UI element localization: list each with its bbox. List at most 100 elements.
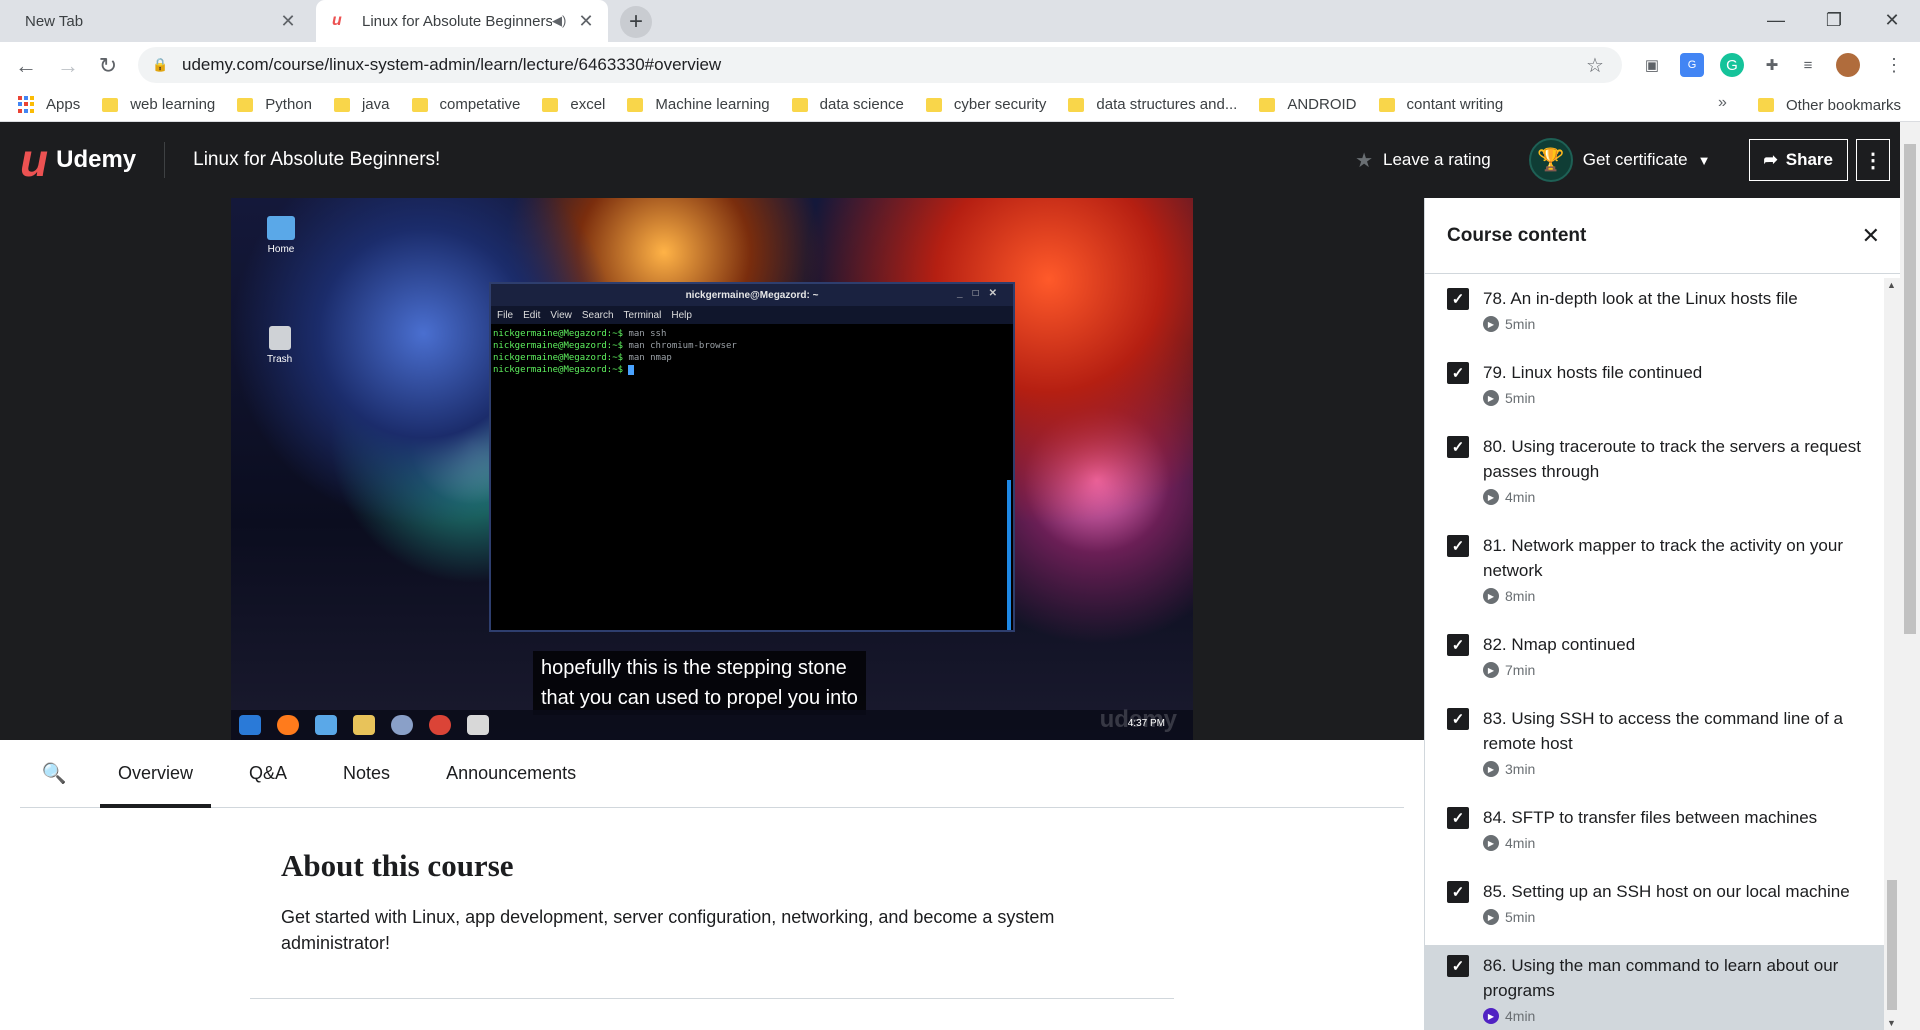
lecture-item[interactable]: ✓ 86. Using the man command to learn abou… bbox=[1425, 945, 1885, 1030]
zorin-menu-icon bbox=[239, 715, 261, 735]
terminal-line: nickgermaine@Megazord:~$ man nmap bbox=[493, 352, 1011, 364]
browser-tab-course[interactable]: u Linux for Absolute Beginners ◀) ✕ bbox=[316, 0, 608, 42]
lecture-item[interactable]: ✓ 85. Setting up an SSH host on our local… bbox=[1425, 871, 1885, 945]
bookmark-folder[interactable]: data structures and... bbox=[1068, 96, 1237, 113]
duration-text: 4min bbox=[1505, 489, 1536, 505]
lecture-item[interactable]: ✓ 82. Nmap continued ▶ 7min bbox=[1425, 624, 1885, 698]
text-editor-icon bbox=[467, 715, 489, 735]
browser-menu-icon[interactable]: ⋮ bbox=[1882, 53, 1906, 77]
leave-rating-button[interactable]: ★ Leave a rating bbox=[1355, 148, 1491, 173]
video-frame[interactable]: Home Trash nickgermaine@Megazord: ~ _□✕ … bbox=[231, 198, 1193, 740]
lecture-item[interactable]: ✓ 81. Network mapper to track the activit… bbox=[1425, 525, 1885, 624]
forward-arrow-icon[interactable]: → bbox=[52, 50, 84, 82]
close-icon[interactable]: ✕ bbox=[276, 9, 300, 33]
sidebar-title: Course content bbox=[1447, 224, 1587, 246]
bookmark-folder[interactable]: java bbox=[333, 96, 390, 113]
duration-text: 5min bbox=[1505, 390, 1536, 406]
translate-icon[interactable]: G bbox=[1680, 53, 1704, 77]
lecture-item[interactable]: ✓ 78. An in-depth look at the Linux hosts… bbox=[1425, 278, 1885, 352]
terminal-prompt: nickgermaine@Megazord:~$ bbox=[493, 329, 624, 339]
play-circle-icon: ▶ bbox=[1483, 662, 1499, 678]
video-player[interactable]: Home Trash nickgermaine@Megazord: ~ _□✕ … bbox=[0, 198, 1424, 740]
url-text[interactable]: udemy.com/course/linux-system-admin/lear… bbox=[182, 55, 1586, 75]
share-button[interactable]: ➦ Share bbox=[1748, 139, 1848, 181]
lecture-title: 81. Network mapper to track the activity… bbox=[1483, 536, 1843, 580]
browser-tab-title: Linux for Absolute Beginners bbox=[362, 12, 552, 30]
lecture-item[interactable]: ✓ 79. Linux hosts file continued ▶ 5min bbox=[1425, 352, 1885, 426]
page-scrollbar[interactable] bbox=[1900, 122, 1920, 1030]
profile-avatar[interactable] bbox=[1836, 53, 1860, 77]
lecture-checkbox[interactable]: ✓ bbox=[1447, 436, 1469, 458]
lecture-checkbox[interactable]: ✓ bbox=[1447, 535, 1469, 557]
lecture-duration: ▶ 4min bbox=[1483, 489, 1865, 505]
scroll-down-arrow-icon[interactable]: ▼ bbox=[1887, 1018, 1896, 1028]
scrollbar-thumb[interactable] bbox=[1887, 880, 1897, 1010]
new-tab-button[interactable]: + bbox=[620, 6, 652, 38]
bookmark-other-bookmarks[interactable]: Other bookmarks bbox=[1758, 88, 1901, 122]
close-icon[interactable]: ✕ bbox=[1862, 223, 1880, 249]
more-options-icon[interactable]: ⋮ bbox=[1856, 139, 1890, 181]
lecture-item[interactable]: ✓ 84. SFTP to transfer files between mach… bbox=[1425, 797, 1885, 871]
lecture-checkbox[interactable]: ✓ bbox=[1447, 807, 1469, 829]
lecture-duration: ▶ 3min bbox=[1483, 761, 1865, 777]
search-icon[interactable]: 🔍 bbox=[34, 739, 74, 807]
get-certificate-button[interactable]: 🏆 Get certificate ▼ bbox=[1528, 138, 1711, 182]
tab-qa[interactable]: Q&A bbox=[231, 739, 305, 807]
bookmark-folder[interactable]: Python bbox=[237, 96, 312, 113]
bookmark-folder[interactable]: competative bbox=[411, 96, 520, 113]
browser-tab-new-tab[interactable]: New Tab ✕ bbox=[0, 0, 310, 42]
bookmark-label: Other bookmarks bbox=[1786, 96, 1902, 114]
tab-overview[interactable]: Overview bbox=[100, 739, 212, 808]
bookmark-folder[interactable]: contant writing bbox=[1378, 96, 1503, 113]
tab-notes[interactable]: Notes bbox=[325, 739, 408, 807]
udemy-logo-icon: u bbox=[20, 134, 49, 186]
bookmark-apps[interactable]: Apps bbox=[0, 95, 80, 114]
bookmark-folder[interactable]: web learning bbox=[102, 96, 215, 113]
bookmark-folder[interactable]: excel bbox=[542, 96, 605, 113]
media-control-icon[interactable]: ≡ bbox=[1796, 53, 1820, 77]
close-icon[interactable]: ✕ bbox=[574, 9, 598, 33]
udemy-logo[interactable]: u Udemy bbox=[20, 137, 136, 183]
restore-icon[interactable]: ❐ bbox=[1806, 0, 1862, 40]
bookmark-label: web learning bbox=[130, 96, 216, 113]
back-arrow-icon[interactable]: ← bbox=[10, 50, 42, 82]
terminal-menu-item: Edit bbox=[523, 309, 541, 321]
cast-icon[interactable]: ▣ bbox=[1640, 53, 1664, 77]
speaker-icon[interactable]: ◀) bbox=[552, 13, 574, 29]
lecture-checkbox[interactable]: ✓ bbox=[1447, 708, 1469, 730]
scrollbar-thumb[interactable] bbox=[1904, 144, 1916, 634]
window-close-icon[interactable]: ✕ bbox=[1864, 0, 1920, 40]
about-section: About this course Get started with Linux… bbox=[281, 848, 1101, 956]
lecture-checkbox[interactable]: ✓ bbox=[1447, 955, 1469, 977]
scroll-up-arrow-icon[interactable]: ▲ bbox=[1887, 280, 1896, 290]
minimize-icon[interactable]: — bbox=[1748, 0, 1804, 40]
lecture-checkbox[interactable]: ✓ bbox=[1447, 881, 1469, 903]
bookmark-folder[interactable]: Machine learning bbox=[627, 96, 770, 113]
lecture-item[interactable]: ✓ 83. Using SSH to access the command lin… bbox=[1425, 698, 1885, 797]
play-circle-icon: ▶ bbox=[1483, 835, 1499, 851]
terminal-menu-item: Terminal bbox=[623, 309, 662, 321]
reload-icon[interactable]: ↻ bbox=[92, 50, 124, 82]
lecture-checkbox[interactable]: ✓ bbox=[1447, 288, 1469, 310]
grammarly-icon[interactable]: G bbox=[1720, 53, 1744, 77]
bookmark-folder[interactable]: data science bbox=[791, 96, 904, 113]
bookmark-folder[interactable]: cyber security bbox=[925, 96, 1046, 113]
folder-icon bbox=[411, 97, 428, 112]
sidebar-header: Course content ✕ bbox=[1425, 198, 1900, 274]
share-label: Share bbox=[1785, 150, 1833, 169]
bookmark-folder[interactable]: ANDROID bbox=[1259, 96, 1357, 113]
address-bar[interactable]: 🔒 udemy.com/course/linux-system-admin/le… bbox=[138, 47, 1622, 83]
folder-icon bbox=[925, 97, 942, 112]
bookmark-star-icon[interactable]: ☆ bbox=[1586, 53, 1622, 78]
tab-announcements[interactable]: Announcements bbox=[428, 739, 594, 807]
lecture-checkbox[interactable]: ✓ bbox=[1447, 634, 1469, 656]
lock-icon[interactable]: 🔒 bbox=[152, 57, 168, 73]
files-icon bbox=[315, 715, 337, 735]
course-title[interactable]: Linux for Absolute Beginners! bbox=[193, 149, 440, 171]
extensions-puzzle-icon[interactable]: ✚ bbox=[1760, 53, 1784, 77]
lecture-checkbox[interactable]: ✓ bbox=[1447, 362, 1469, 384]
folder-icon bbox=[102, 97, 119, 112]
sidebar-scrollbar[interactable]: ▲ ▼ bbox=[1884, 278, 1900, 1030]
lecture-item[interactable]: ✓ 80. Using traceroute to track the serve… bbox=[1425, 426, 1885, 525]
bookmarks-overflow-chevron-icon[interactable]: » bbox=[1718, 94, 1727, 112]
